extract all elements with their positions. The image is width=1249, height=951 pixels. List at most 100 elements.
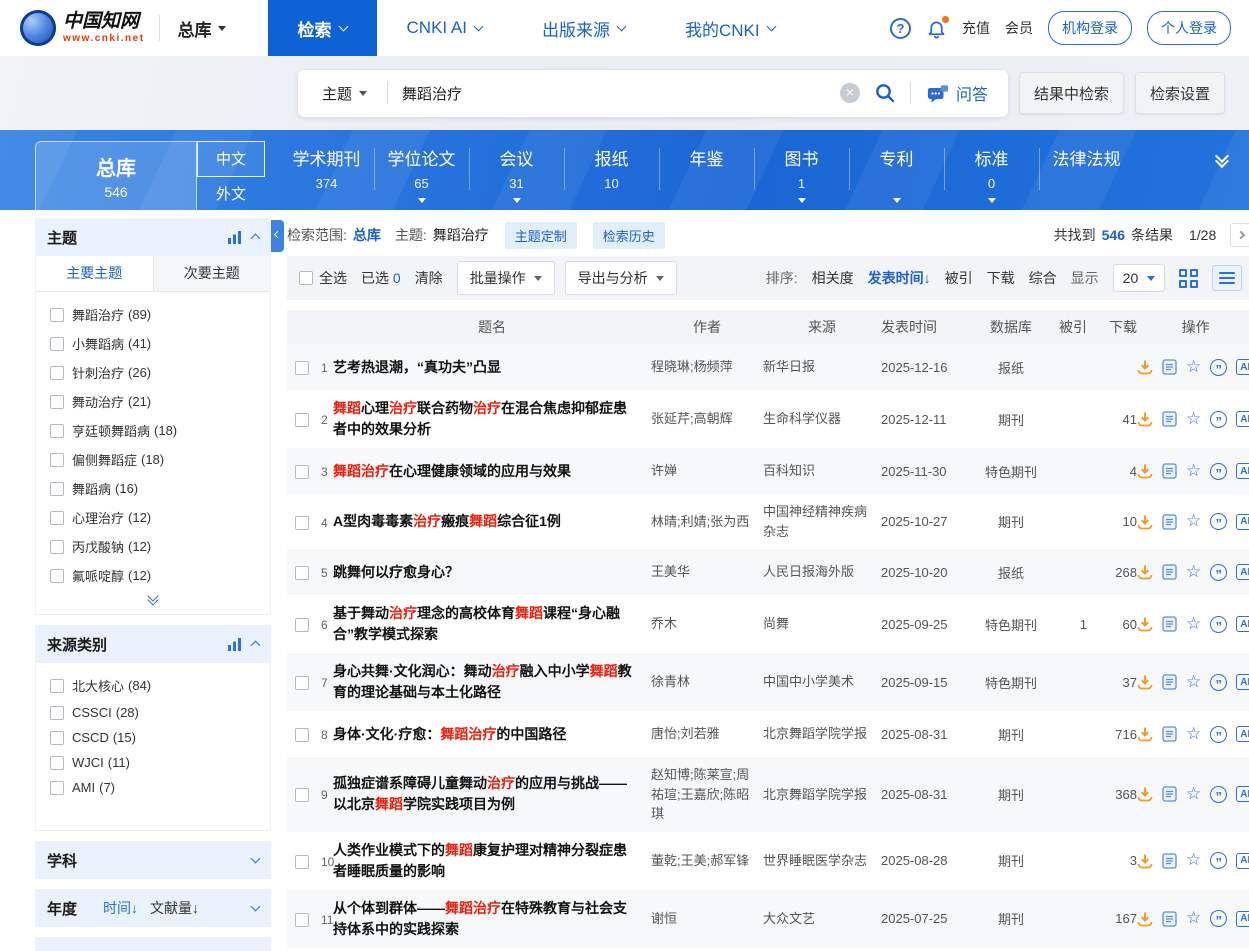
article-title-link[interactable]: 孤独症谱系障碍儿童舞动治疗的应用与挑战——以北京舞蹈学院实践项目为例 bbox=[333, 775, 627, 812]
select-all-label[interactable]: 全选 bbox=[319, 268, 347, 288]
category-tab[interactable]: 报纸 10 bbox=[564, 130, 659, 210]
download-icon[interactable] bbox=[1137, 616, 1153, 632]
article-title-link[interactable]: 基于舞动治疗理念的高校体育舞蹈课程“身心融合”教学模式探索 bbox=[333, 605, 620, 642]
header-downloads[interactable]: 下载 bbox=[1087, 317, 1137, 337]
download-icon[interactable] bbox=[1137, 674, 1153, 690]
select-all-checkbox[interactable] bbox=[299, 271, 313, 285]
filter-checkbox-item[interactable]: 氟哌啶醇 (12) bbox=[36, 561, 270, 590]
favorite-icon[interactable]: ☆ bbox=[1186, 616, 1201, 633]
sort-option[interactable]: 下载 bbox=[987, 268, 1015, 288]
filter-checkbox-item[interactable]: WJCI (11) bbox=[36, 750, 270, 775]
category-tab[interactable]: 标准 0 bbox=[944, 130, 1039, 210]
org-login-button[interactable]: 机构登录 bbox=[1048, 11, 1132, 45]
clear-search-icon[interactable]: × bbox=[840, 83, 860, 103]
ai-icon[interactable]: AI bbox=[1236, 911, 1249, 927]
article-source[interactable]: 世界睡眠医学杂志 bbox=[763, 851, 881, 871]
filter-checkbox-item[interactable]: CSSCI (28) bbox=[36, 700, 270, 725]
notification-bell-icon[interactable] bbox=[926, 18, 947, 39]
article-authors[interactable]: 王美华 bbox=[651, 562, 763, 582]
category-tab[interactable]: 专利 bbox=[849, 130, 944, 210]
cite-icon[interactable]: ” bbox=[1210, 852, 1227, 869]
header-date[interactable]: 发表时间 bbox=[881, 317, 973, 337]
filter-checkbox[interactable] bbox=[50, 395, 64, 409]
header-author[interactable]: 作者 bbox=[651, 317, 763, 337]
article-title-link[interactable]: 艺考热退潮，“真功夫”凸显 bbox=[333, 359, 501, 375]
search-icon[interactable] bbox=[874, 82, 896, 104]
category-tab[interactable]: 会议 31 bbox=[469, 130, 564, 210]
help-icon[interactable]: ? bbox=[890, 18, 911, 39]
ai-icon[interactable]: AI bbox=[1236, 726, 1249, 742]
year-sort-time[interactable]: 时间↓ bbox=[103, 898, 138, 918]
member-link[interactable]: 会员 bbox=[1005, 18, 1033, 38]
favorite-icon[interactable]: ☆ bbox=[1186, 674, 1201, 691]
sort-option[interactable]: 相关度 bbox=[812, 268, 854, 288]
category-tab-total[interactable]: 总库 546 bbox=[35, 141, 197, 210]
database-switcher[interactable]: 总库 bbox=[178, 16, 226, 41]
cite-icon[interactable]: ” bbox=[1210, 674, 1227, 691]
download-icon[interactable] bbox=[1137, 514, 1153, 530]
favorite-icon[interactable]: ☆ bbox=[1186, 513, 1201, 530]
category-tab[interactable]: 图书 1 bbox=[754, 130, 849, 210]
ai-icon[interactable]: AI bbox=[1236, 786, 1249, 802]
cite-icon[interactable]: ” bbox=[1210, 726, 1227, 743]
ai-icon[interactable]: AI bbox=[1236, 853, 1249, 869]
sort-option[interactable]: 综合 bbox=[1029, 268, 1057, 288]
filter-checkbox-item[interactable]: CSCD (15) bbox=[36, 725, 270, 750]
article-authors[interactable]: 许婵 bbox=[651, 461, 763, 481]
cite-icon[interactable]: ” bbox=[1210, 411, 1227, 428]
filter-checkbox-item[interactable]: AMI (7) bbox=[36, 775, 270, 800]
filter-checkbox[interactable] bbox=[50, 366, 64, 380]
read-online-icon[interactable] bbox=[1162, 853, 1177, 869]
cite-icon[interactable]: ” bbox=[1210, 513, 1227, 530]
favorite-icon[interactable]: ☆ bbox=[1186, 463, 1201, 480]
collapse-panel-icon[interactable] bbox=[251, 234, 261, 244]
read-online-icon[interactable] bbox=[1162, 726, 1177, 742]
collapse-panel-icon[interactable] bbox=[251, 641, 261, 651]
filter-checkbox-item[interactable]: 亨廷顿舞蹈病 (18) bbox=[36, 416, 270, 445]
ai-icon[interactable]: AI bbox=[1236, 674, 1249, 690]
download-icon[interactable] bbox=[1137, 786, 1153, 802]
cnki-logo[interactable]: 中国知网 www.cnki.net bbox=[20, 10, 145, 46]
filter-checkbox-item[interactable]: 小舞蹈病 (41) bbox=[36, 329, 270, 358]
search-field-selector[interactable]: 主题 bbox=[298, 83, 387, 104]
download-icon[interactable] bbox=[1137, 726, 1153, 742]
nav-item-cnki-ai[interactable]: CNKI AI bbox=[377, 0, 512, 56]
article-title-link[interactable]: 人类作业模式下的舞蹈康复护理对精神分裂症患者睡眠质量的影响 bbox=[333, 842, 627, 879]
ai-icon[interactable]: AI bbox=[1236, 463, 1249, 479]
article-source[interactable]: 新华日报 bbox=[763, 357, 881, 377]
clear-selection-button[interactable]: 清除 bbox=[415, 268, 443, 288]
filter-checkbox[interactable] bbox=[50, 424, 64, 438]
article-authors[interactable]: 张延芹;高朝辉 bbox=[651, 409, 763, 429]
read-online-icon[interactable] bbox=[1162, 514, 1177, 530]
read-online-icon[interactable] bbox=[1162, 616, 1177, 632]
sort-option[interactable]: 发表时间↓ bbox=[868, 268, 931, 288]
filter-checkbox[interactable] bbox=[50, 756, 64, 770]
filter-checkbox-item[interactable]: 舞蹈病 (16) bbox=[36, 474, 270, 503]
header-database[interactable]: 数据库 bbox=[973, 317, 1049, 337]
article-authors[interactable]: 唐怡;刘若雅 bbox=[651, 724, 763, 744]
nav-item-出版来源[interactable]: 出版来源 bbox=[512, 0, 655, 56]
article-authors[interactable]: 程晓琳;杨频萍 bbox=[651, 357, 763, 377]
filter-checkbox-item[interactable]: 舞动治疗 (21) bbox=[36, 387, 270, 416]
row-checkbox[interactable] bbox=[295, 728, 309, 742]
cite-icon[interactable]: ” bbox=[1210, 564, 1227, 581]
search-settings-button[interactable]: 检索设置 bbox=[1135, 72, 1225, 114]
read-online-icon[interactable] bbox=[1162, 463, 1177, 479]
article-source[interactable]: 百科知识 bbox=[763, 461, 881, 481]
batch-actions-button[interactable]: 批量操作 bbox=[457, 261, 555, 295]
filter-checkbox[interactable] bbox=[50, 482, 64, 496]
filter-checkbox[interactable] bbox=[50, 337, 64, 351]
category-tab[interactable]: 法律法规 bbox=[1039, 130, 1134, 210]
ai-icon[interactable]: AI bbox=[1236, 616, 1249, 632]
ai-icon[interactable]: AI bbox=[1236, 359, 1249, 375]
article-source[interactable]: 尚舞 bbox=[763, 614, 881, 634]
article-authors[interactable]: 徐青林 bbox=[651, 672, 763, 692]
filter-checkbox[interactable] bbox=[50, 731, 64, 745]
nav-item-我的cnki[interactable]: 我的CNKI bbox=[655, 0, 805, 56]
qa-button[interactable]: 问答 bbox=[911, 81, 1008, 105]
category-tab[interactable]: 年鉴 bbox=[659, 130, 754, 210]
expand-panel-icon[interactable] bbox=[251, 902, 261, 912]
article-source[interactable]: 北京舞蹈学院学报 bbox=[763, 785, 881, 805]
bar-chart-icon[interactable] bbox=[228, 231, 242, 244]
article-authors[interactable]: 赵知博;陈莱宣;周祐瑄;王嘉欣;陈昭琪 bbox=[651, 765, 763, 824]
